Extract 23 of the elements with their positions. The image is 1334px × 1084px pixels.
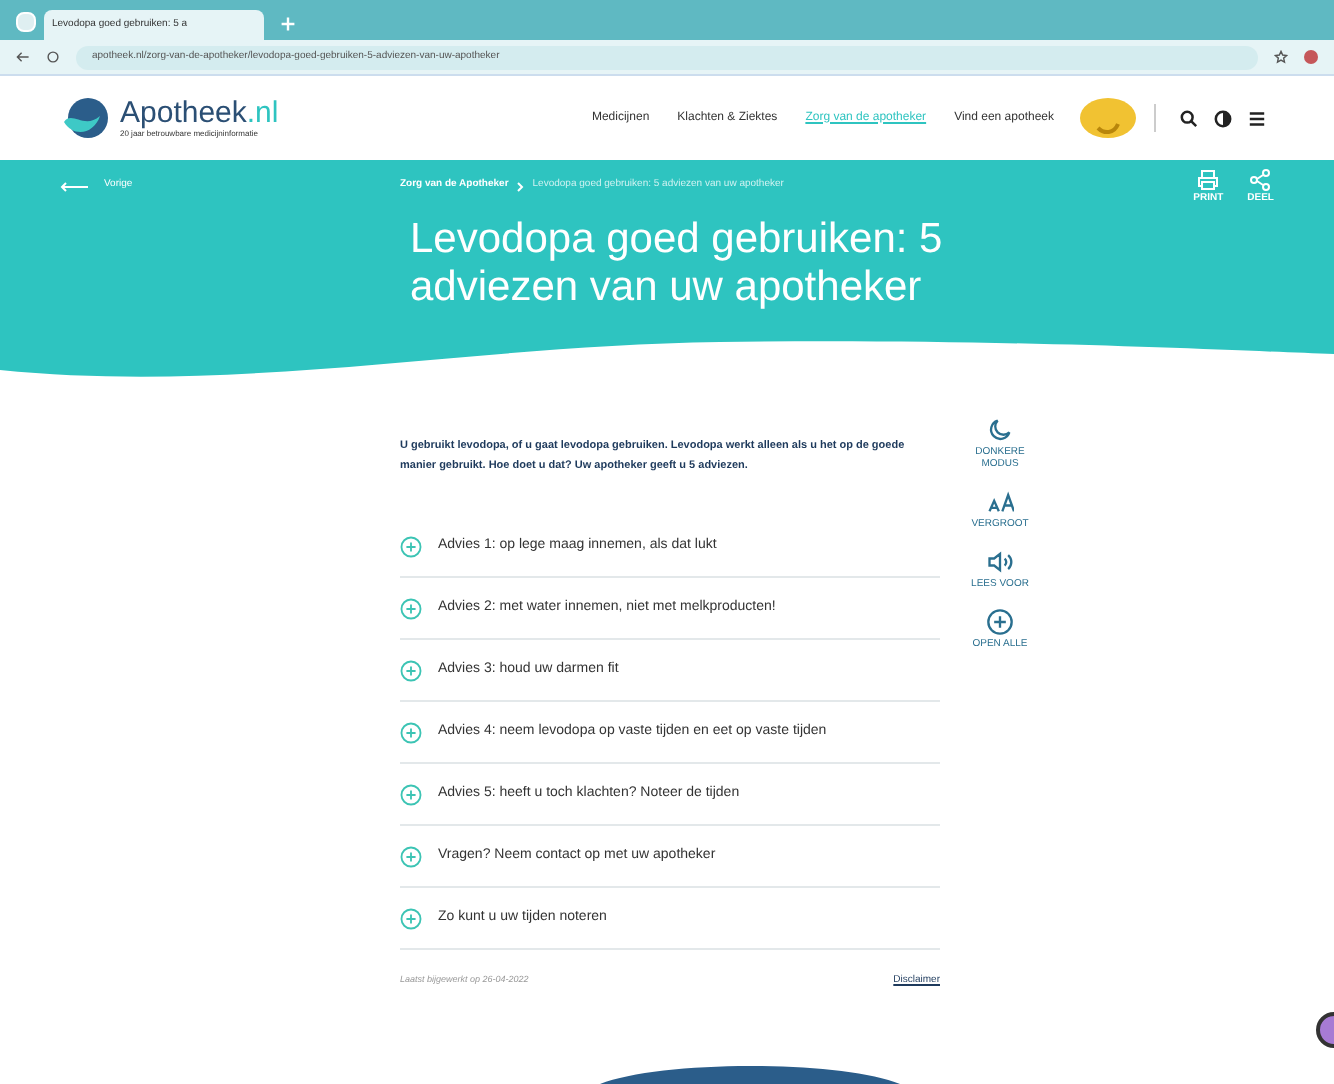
moon-icon: [986, 416, 1014, 444]
contrast-icon[interactable]: [1214, 109, 1232, 127]
back-icon[interactable]: [16, 50, 30, 64]
plus-circle-icon: [400, 721, 422, 743]
profile-icon[interactable]: [1304, 50, 1318, 64]
plus-circle-icon: [400, 783, 422, 805]
logo-icon[interactable]: [60, 96, 112, 140]
logo-text[interactable]: Apotheek.nl: [120, 98, 279, 128]
search-icon[interactable]: [1180, 109, 1198, 127]
plus-circle-icon: [400, 535, 422, 557]
star-icon[interactable]: [1274, 50, 1288, 64]
page-title: Levodopa goed gebruiken: 5 adviezen van uw apotheker: [410, 216, 945, 312]
menu-icon[interactable]: [1248, 109, 1266, 127]
plus-circle-icon: [400, 659, 422, 681]
reload-icon[interactable]: [46, 50, 60, 64]
speaker-icon: [986, 548, 1014, 576]
text-size-icon: [986, 488, 1014, 516]
plus-circle-icon: [400, 907, 422, 929]
chevron-right-icon: [516, 181, 525, 191]
plus-circle-icon: [986, 608, 1014, 636]
arrow-left-icon: [60, 181, 88, 191]
plus-circle-icon: [400, 845, 422, 867]
plus-circle-icon: [400, 597, 422, 619]
